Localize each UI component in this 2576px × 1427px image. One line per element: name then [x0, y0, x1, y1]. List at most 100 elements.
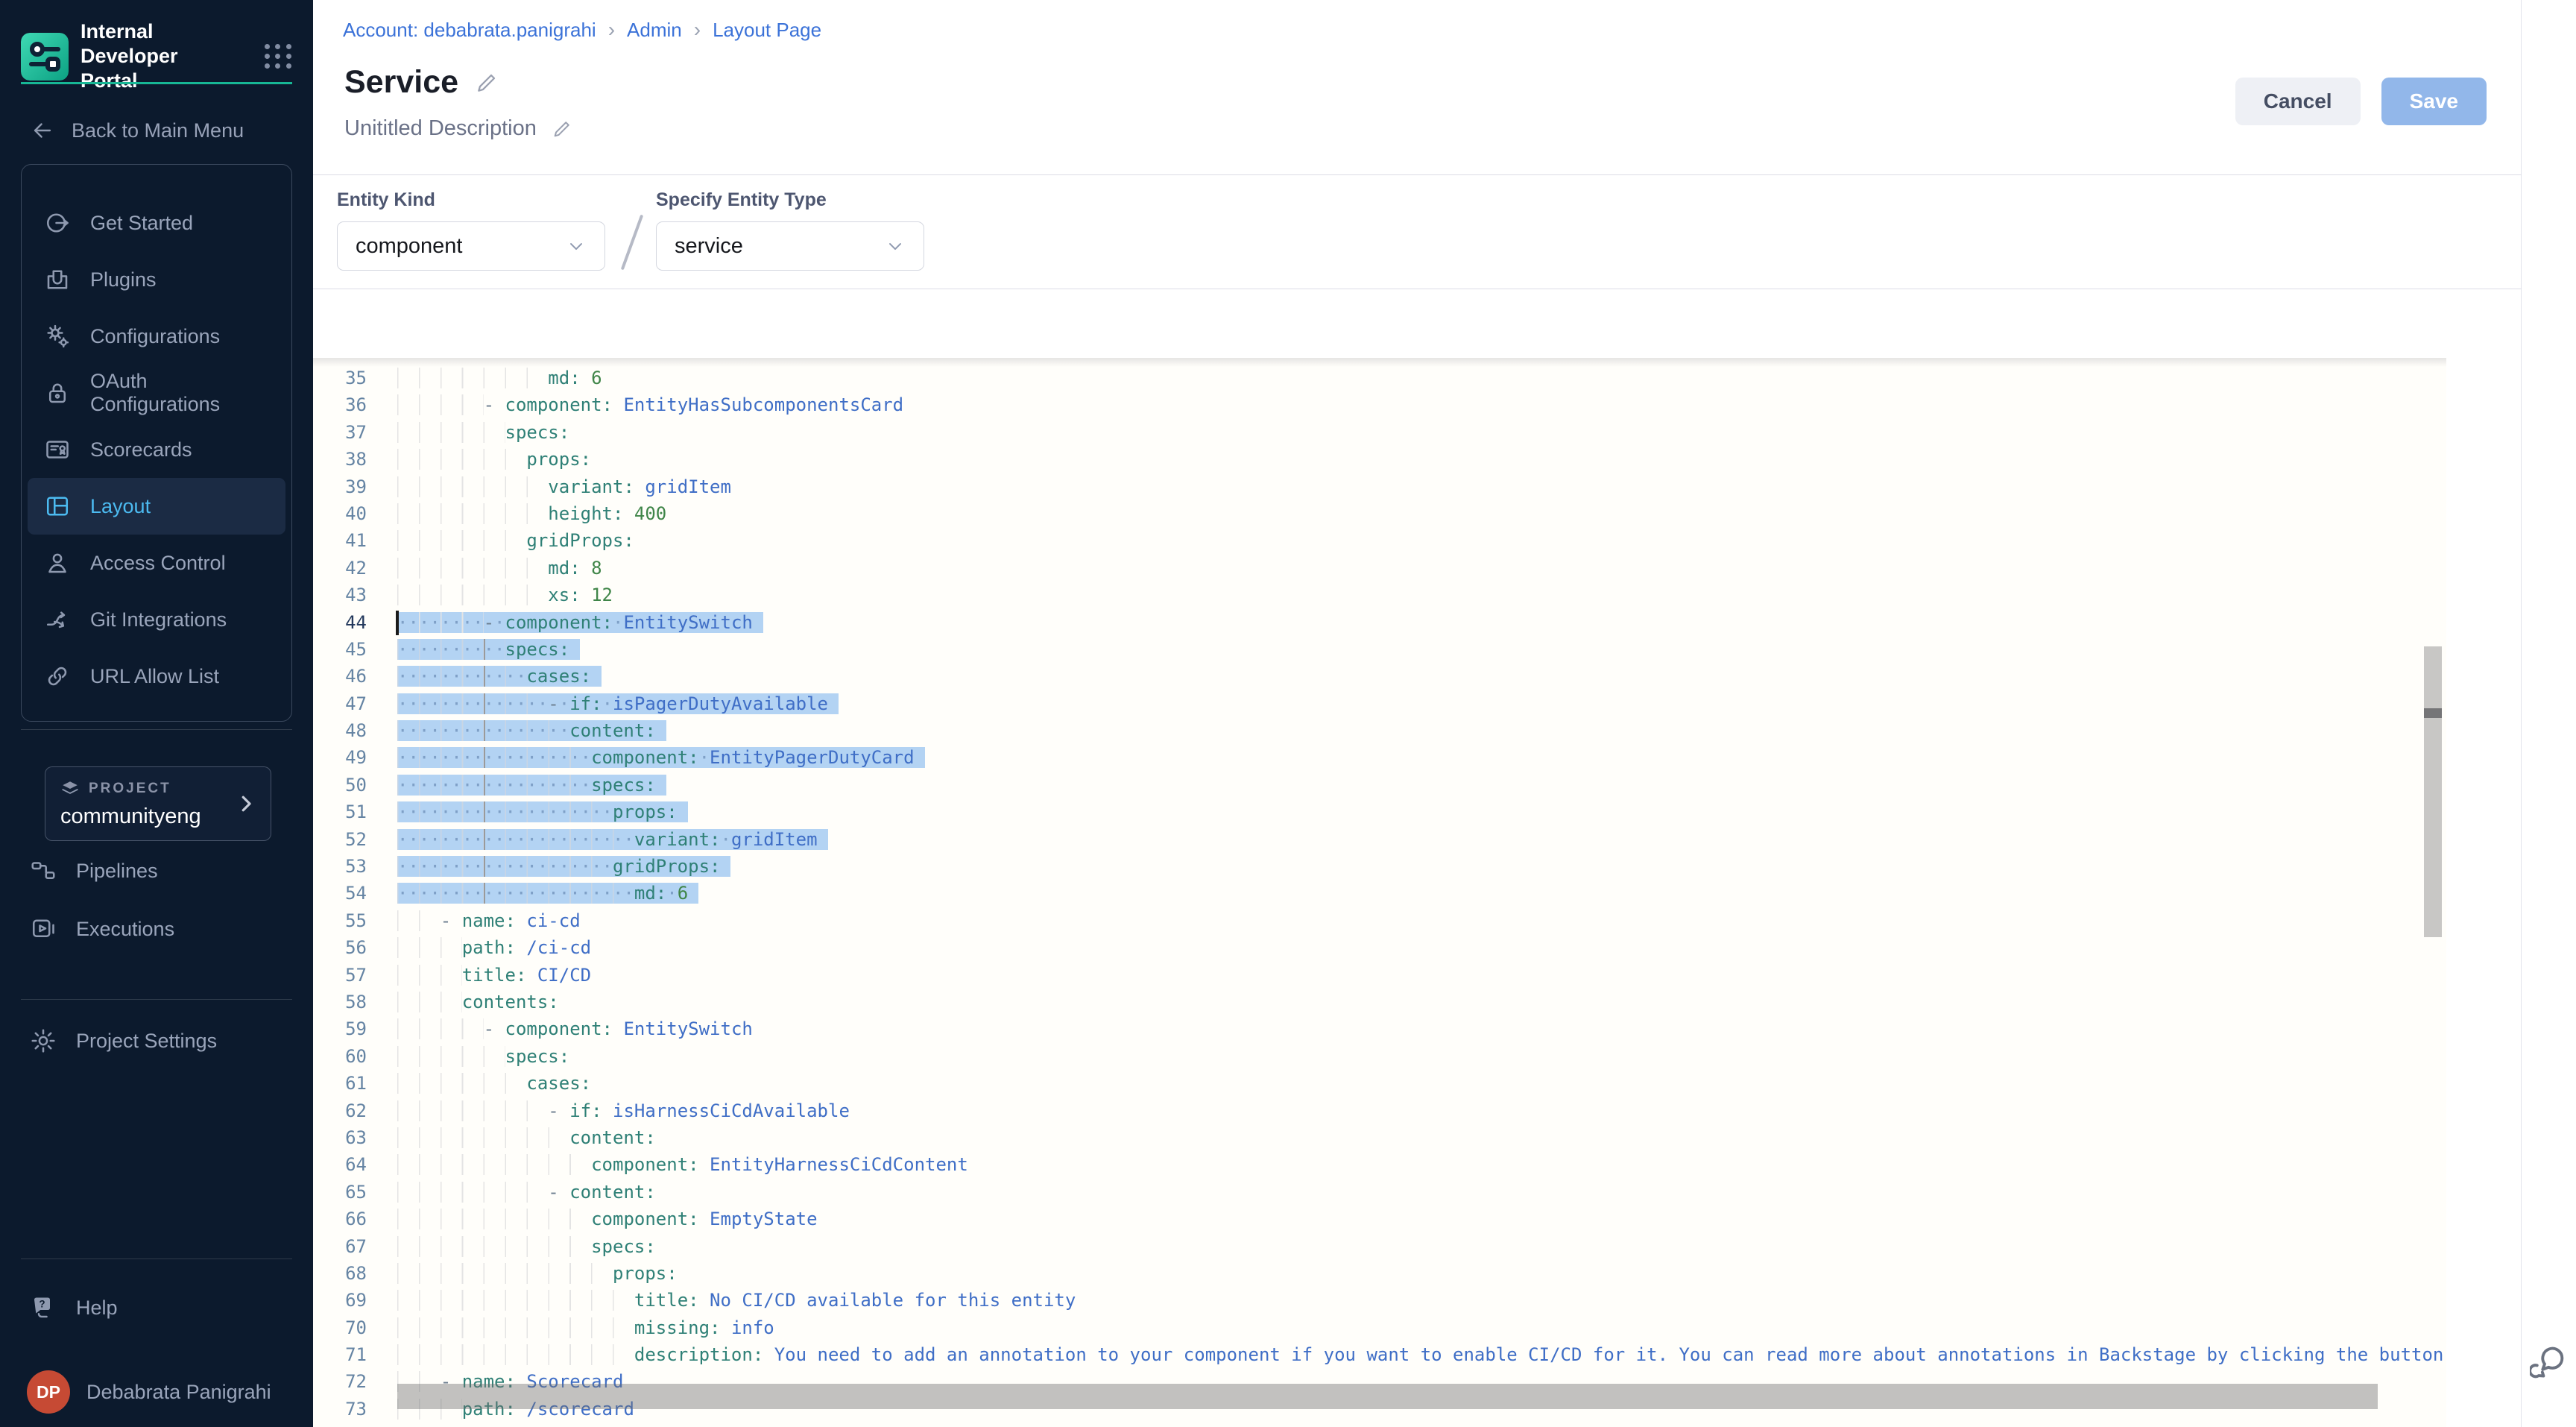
- code-line-text[interactable]: ··················component:·EntityPager…: [397, 744, 925, 771]
- code-line-text[interactable]: ······················variant:·gridItem: [397, 826, 828, 853]
- line-number[interactable]: 45: [313, 636, 367, 663]
- line-number[interactable]: 36: [313, 391, 367, 418]
- code-line[interactable]: 53····················gridProps:: [313, 853, 2446, 880]
- back-to-main-menu[interactable]: Back to Main Menu: [30, 118, 244, 143]
- code-line-text[interactable]: - if: isHarnessCiCdAvailable: [397, 1097, 850, 1124]
- code-line[interactable]: 69 title: No CI/CD available for this en…: [313, 1287, 2446, 1314]
- code-line[interactable]: 58 contents:: [313, 989, 2446, 1015]
- code-line[interactable]: 55 - name: ci-cd: [313, 907, 2446, 934]
- code-line[interactable]: 67 specs:: [313, 1233, 2446, 1260]
- support-chat-icon[interactable]: [2530, 1342, 2569, 1381]
- sidebar-item-project-settings[interactable]: Project Settings: [30, 1027, 217, 1054]
- line-number[interactable]: 63: [313, 1124, 367, 1151]
- line-number[interactable]: 57: [313, 962, 367, 989]
- code-line[interactable]: 35 md: 6: [313, 365, 2446, 391]
- code-line[interactable]: 46············cases:: [313, 663, 2446, 690]
- edit-description-pencil-icon[interactable]: [552, 119, 572, 139]
- line-number[interactable]: 50: [313, 772, 367, 798]
- code-line[interactable]: 52 ······················variant:·gridIte…: [313, 826, 2446, 853]
- breadcrumb-item[interactable]: Account: debabrata.panigrahi: [343, 19, 596, 42]
- code-line[interactable]: 56 path: /ci-cd: [313, 934, 2446, 961]
- code-line[interactable]: 70 missing: info: [313, 1314, 2446, 1341]
- line-number[interactable]: 68: [313, 1260, 367, 1287]
- code-line-text[interactable]: - name: ci-cd: [397, 907, 581, 934]
- code-line[interactable]: 44 ········-·component:·EntitySwitch: [313, 609, 2446, 636]
- code-line[interactable]: 36 - component: EntityHasSubcomponentsCa…: [313, 391, 2446, 418]
- breadcrumb-item[interactable]: Admin: [627, 19, 682, 42]
- sidebar-item-scorecards[interactable]: Scorecards: [28, 421, 285, 478]
- sidebar-item-url-allow-list[interactable]: URL Allow List: [28, 648, 285, 705]
- line-number[interactable]: 44: [313, 609, 367, 636]
- code-line[interactable]: 40 height: 400: [313, 500, 2446, 527]
- code-line-text[interactable]: ················content:: [397, 717, 666, 744]
- code-line[interactable]: 71 description: You need to add an annot…: [313, 1341, 2446, 1368]
- code-line[interactable]: 43 xs: 12: [313, 582, 2446, 608]
- code-line[interactable]: 66 component: EmptyState: [313, 1206, 2446, 1232]
- code-line[interactable]: 38 props:: [313, 446, 2446, 473]
- sidebar-item-plugins[interactable]: Plugins: [28, 251, 285, 308]
- line-number[interactable]: 71: [313, 1341, 367, 1368]
- code-line-text[interactable]: specs:: [397, 419, 569, 446]
- horizontal-scrollbar[interactable]: [397, 1384, 2378, 1409]
- line-number[interactable]: 38: [313, 446, 367, 473]
- yaml-editor[interactable]: 35 md: 636 - component: EntityHasSubcomp…: [313, 358, 2446, 1427]
- line-number[interactable]: 47: [313, 690, 367, 717]
- save-button[interactable]: Save: [2381, 78, 2487, 125]
- code-line[interactable]: 51····················props:: [313, 798, 2446, 825]
- code-line-text[interactable]: component: EmptyState: [397, 1206, 818, 1232]
- code-line-text[interactable]: xs: 12: [397, 582, 613, 608]
- code-line[interactable]: 37 specs:: [313, 419, 2446, 446]
- code-line[interactable]: 60 specs:: [313, 1043, 2446, 1070]
- line-number[interactable]: 65: [313, 1179, 367, 1206]
- code-line-text[interactable]: ········-·component:·EntitySwitch: [397, 609, 763, 636]
- code-line[interactable]: 64 component: EntityHarnessCiCdContent: [313, 1151, 2446, 1178]
- code-line[interactable]: 45 ··········specs:: [313, 636, 2446, 663]
- entity-kind-select[interactable]: component: [337, 221, 605, 271]
- code-line[interactable]: 39 variant: gridItem: [313, 473, 2446, 500]
- code-line-text[interactable]: gridProps:: [397, 527, 634, 554]
- line-number[interactable]: 73: [313, 1396, 367, 1423]
- code-line[interactable]: 49··················component:·EntityPag…: [313, 744, 2446, 771]
- line-number[interactable]: 60: [313, 1043, 367, 1070]
- line-number[interactable]: 66: [313, 1206, 367, 1232]
- line-number[interactable]: 40: [313, 500, 367, 527]
- code-line-text[interactable]: md: 8: [397, 555, 602, 582]
- line-number[interactable]: 43: [313, 582, 367, 608]
- code-line[interactable]: 42 md: 8: [313, 555, 2446, 582]
- code-line-text[interactable]: missing: info: [397, 1314, 774, 1341]
- line-number[interactable]: 70: [313, 1314, 367, 1341]
- sidebar-item-configurations[interactable]: Configurations: [28, 308, 285, 365]
- code-line-text[interactable]: ····················gridProps:: [397, 853, 730, 880]
- line-number[interactable]: 35: [313, 365, 367, 391]
- line-number[interactable]: 58: [313, 989, 367, 1015]
- code-line-text[interactable]: ··········specs:: [397, 636, 580, 663]
- line-number[interactable]: 61: [313, 1070, 367, 1097]
- line-number[interactable]: 55: [313, 907, 367, 934]
- vertical-scrollbar[interactable]: [2424, 646, 2442, 937]
- code-line[interactable]: 57 title: CI/CD: [313, 962, 2446, 989]
- code-line-text[interactable]: contents:: [397, 989, 559, 1015]
- code-line-text[interactable]: title: No CI/CD available for this entit…: [397, 1287, 1076, 1314]
- line-number[interactable]: 59: [313, 1015, 367, 1042]
- code-line-text[interactable]: props:: [397, 446, 591, 473]
- project-selector[interactable]: PROJECT communityeng: [45, 766, 271, 841]
- line-number[interactable]: 48: [313, 717, 367, 744]
- module-grid-icon[interactable]: [264, 42, 292, 71]
- code-line-text[interactable]: ··············-·if:·isPagerDutyAvailable: [397, 690, 839, 717]
- code-line-text[interactable]: - component: EntitySwitch: [397, 1015, 753, 1042]
- line-number[interactable]: 72: [313, 1368, 367, 1395]
- code-line-text[interactable]: height: 400: [397, 500, 666, 527]
- line-number[interactable]: 64: [313, 1151, 367, 1178]
- code-line-text[interactable]: content:: [397, 1124, 656, 1151]
- code-line-text[interactable]: specs:: [397, 1233, 656, 1260]
- code-line-text[interactable]: cases:: [397, 1070, 591, 1097]
- code-line[interactable]: 68 props:: [313, 1260, 2446, 1287]
- line-number[interactable]: 69: [313, 1287, 367, 1314]
- sidebar-item-oauth-configurations[interactable]: OAuth Configurations: [28, 365, 285, 421]
- line-number[interactable]: 52: [313, 826, 367, 853]
- line-number[interactable]: 37: [313, 419, 367, 446]
- code-line[interactable]: 59 - component: EntitySwitch: [313, 1015, 2446, 1042]
- code-line[interactable]: 48 ················content:: [313, 717, 2446, 744]
- code-line[interactable]: 41 gridProps:: [313, 527, 2446, 554]
- code-line[interactable]: 65 - content:: [313, 1179, 2446, 1206]
